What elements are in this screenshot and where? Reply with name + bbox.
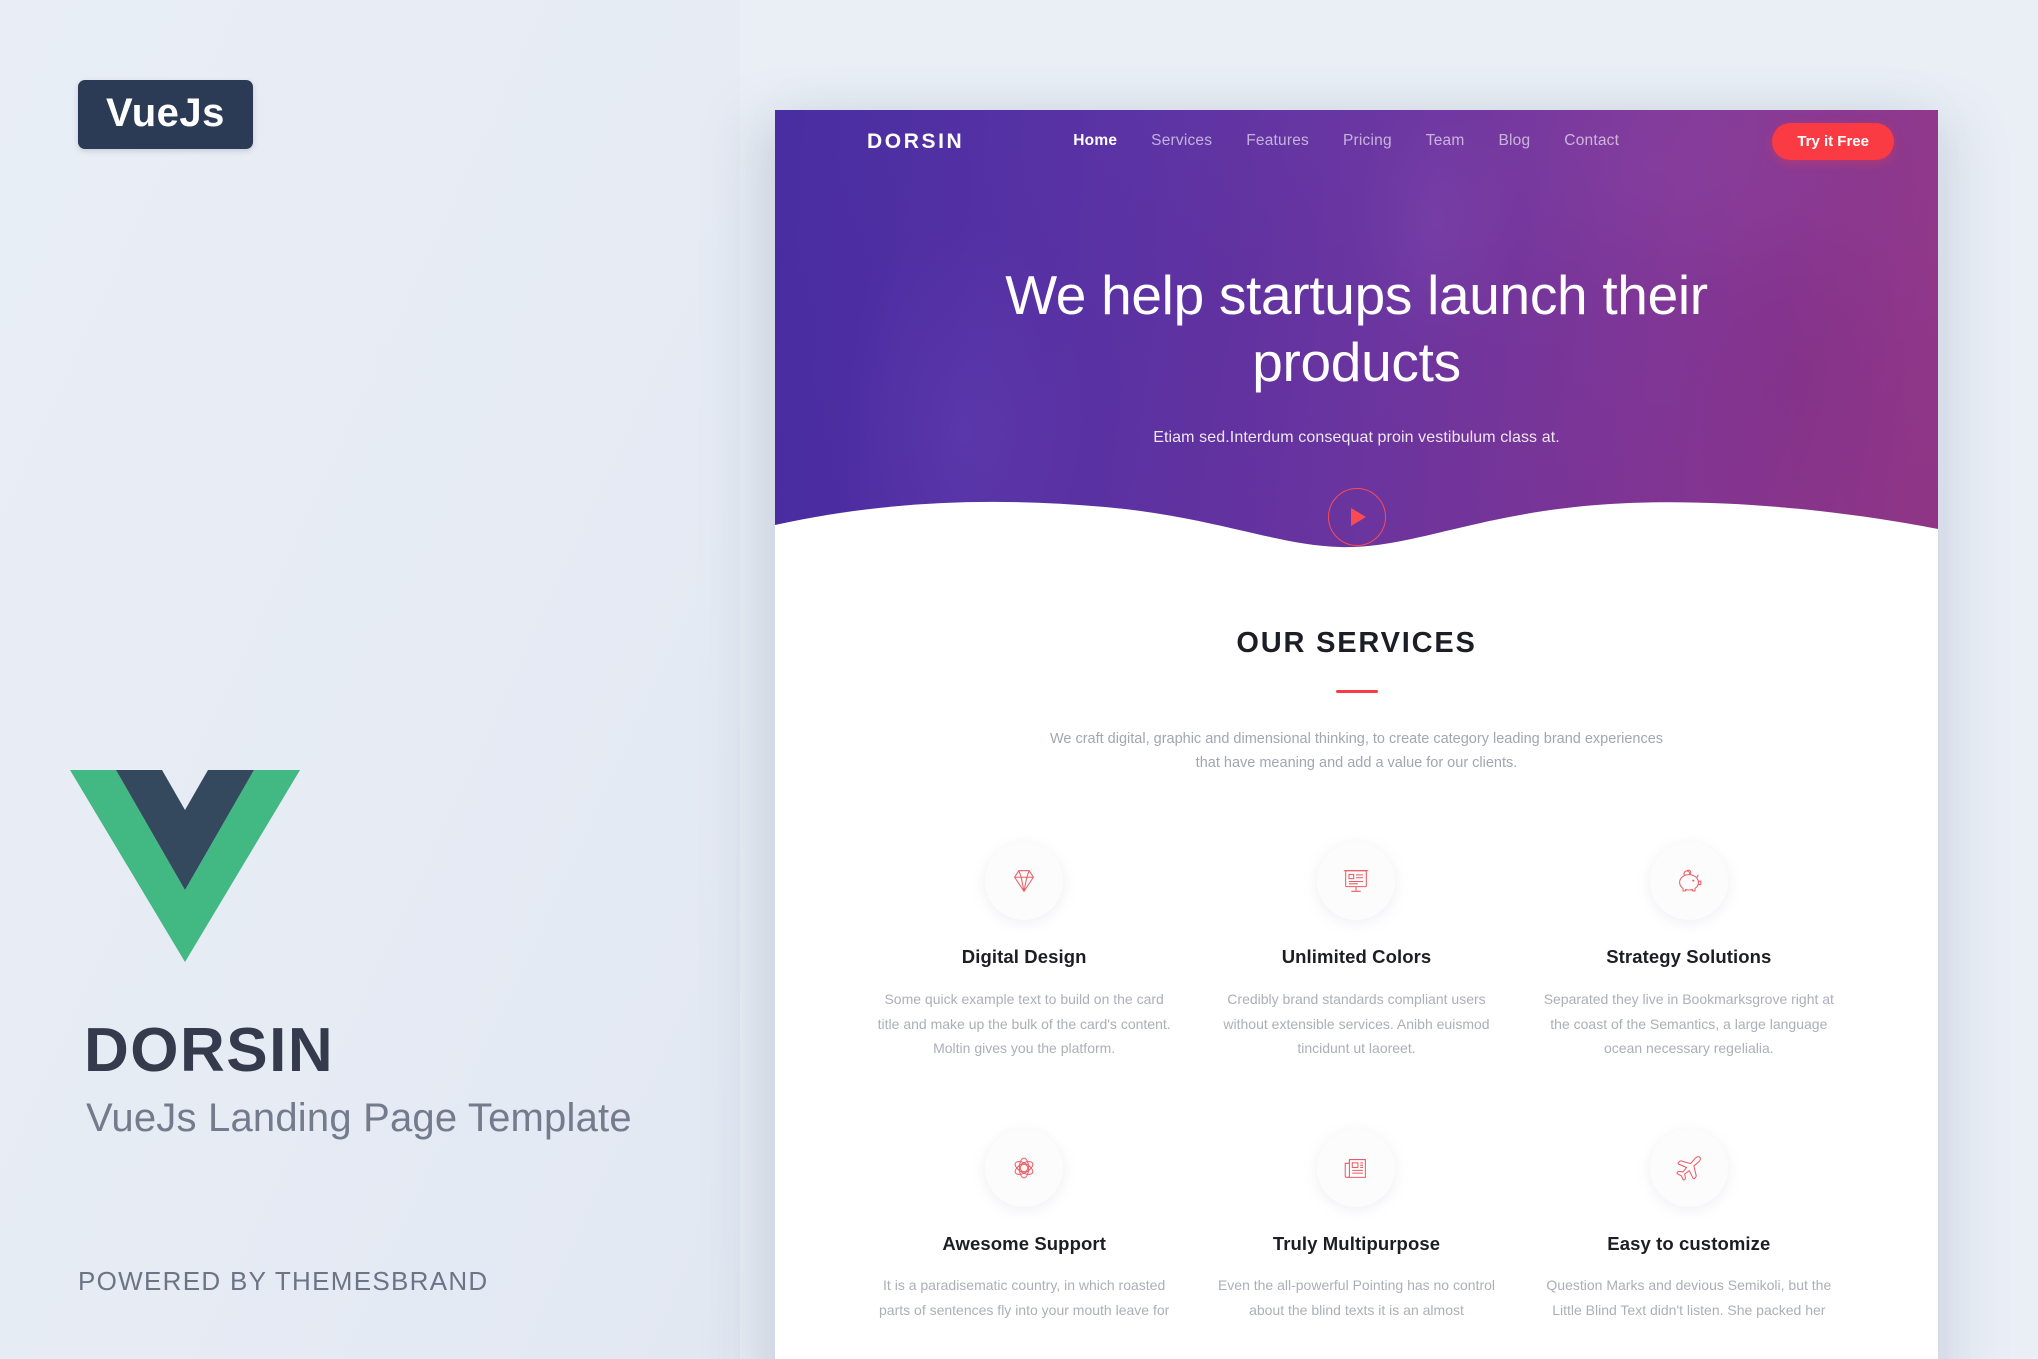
service-card[interactable]: Strategy Solutions Separated they live i… [1536, 842, 1842, 1060]
service-card-text: It is a paradisematic country, in which … [879, 1277, 1170, 1318]
service-card-title: Truly Multipurpose [1272, 1232, 1441, 1254]
nav-item-pricing[interactable]: Pricing [1326, 133, 1409, 149]
service-card[interactable]: Digital Design Some quick example text t… [871, 842, 1177, 1060]
service-card[interactable]: Easy to customize Question Marks and dev… [1536, 1128, 1842, 1323]
section-divider [1335, 690, 1378, 693]
navbar-logo[interactable]: DORSIN [867, 131, 964, 152]
service-card-title: Easy to customize [1607, 1232, 1771, 1254]
nav-item-home[interactable]: Home [1056, 133, 1134, 149]
newspaper-icon [1317, 1128, 1396, 1207]
service-card-text: Question Marks and devious Semikoli, but… [1546, 1277, 1832, 1318]
nav-item-features[interactable]: Features [1229, 133, 1326, 149]
service-card[interactable]: Truly Multipurpose Even the all-powerful… [1203, 1128, 1509, 1323]
powered-by-label: POWERED BY THEMESBRAND [78, 1266, 489, 1296]
service-card[interactable]: Unlimited Colors Credibly brand standard… [1203, 842, 1509, 1060]
landing-page-mockup: DORSIN Home Services Features Pricing Te… [775, 110, 1938, 1359]
services-description: We craft digital, graphic and dimensiona… [1049, 730, 1664, 772]
hero-subtitle: Etiam sed.Interdum consequat proin vesti… [1153, 429, 1560, 447]
nav-item-team[interactable]: Team [1409, 133, 1482, 149]
hero-wave-divider [775, 501, 1938, 555]
service-cards-grid: Digital Design Some quick example text t… [871, 842, 1842, 1322]
service-card-text: Separated they live in Bookmarksgrove ri… [1543, 990, 1834, 1057]
framework-badge: VueJs [78, 80, 253, 149]
presentation-board-icon [1317, 842, 1396, 921]
atom-icon [985, 1128, 1064, 1207]
service-card[interactable]: Awesome Support It is a paradisematic co… [871, 1128, 1177, 1323]
nav-item-contact[interactable]: Contact [1547, 133, 1636, 149]
nav-item-blog[interactable]: Blog [1481, 133, 1547, 149]
service-card-title: Digital Design [961, 946, 1087, 968]
diamond-icon [985, 842, 1064, 921]
brand-subtitle: VueJs Landing Page Template [86, 1096, 632, 1140]
vue-logo [70, 762, 300, 962]
try-it-free-button[interactable]: Try it Free [1772, 122, 1894, 160]
nav-item-services[interactable]: Services [1134, 133, 1229, 149]
navbar-links: Home Services Features Pricing Team Blog… [1056, 133, 1636, 149]
navbar: DORSIN Home Services Features Pricing Te… [775, 110, 1938, 172]
airplane-icon [1649, 1128, 1728, 1207]
service-card-text: Credibly brand standards compliant users… [1223, 990, 1490, 1057]
piggy-bank-icon [1649, 842, 1728, 921]
left-panel: VueJs DORSIN VueJs Landing Page Template… [0, 0, 740, 1359]
hero-title: We help startups launch their products [1005, 264, 1708, 394]
services-heading: OUR SERVICES [1236, 627, 1477, 659]
service-card-text: Some quick example text to build on the … [877, 990, 1171, 1057]
service-card-title: Unlimited Colors [1281, 946, 1432, 968]
service-card-text: Even the all-powerful Pointing has no co… [1217, 1277, 1496, 1318]
brand-name: DORSIN [84, 1016, 335, 1085]
service-card-title: Strategy Solutions [1606, 946, 1772, 968]
hero-section: DORSIN Home Services Features Pricing Te… [775, 110, 1938, 555]
service-card-title: Awesome Support [942, 1232, 1106, 1254]
services-section: OUR SERVICES We craft digital, graphic a… [775, 555, 1938, 1323]
